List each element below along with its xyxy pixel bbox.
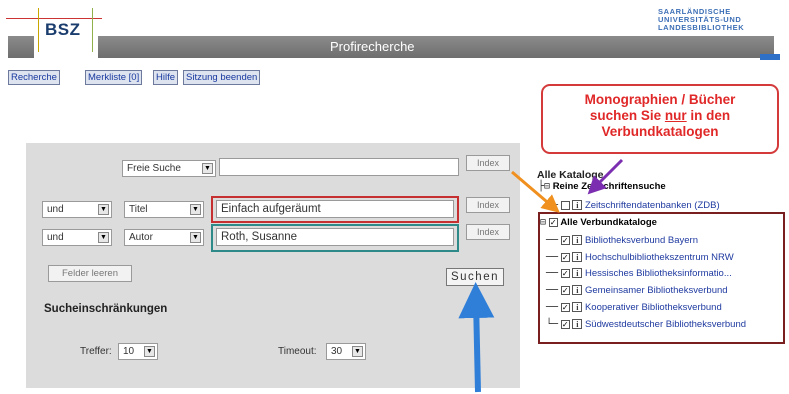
select-value: Autor xyxy=(129,232,153,243)
callout-line: suchen Sie nur in den xyxy=(543,108,777,124)
tree-branch: ── xyxy=(546,268,559,279)
field-select-3[interactable]: Autor ▼ xyxy=(124,229,204,246)
tree-branch: ── xyxy=(546,285,559,296)
index-button-3[interactable]: Index xyxy=(466,224,510,240)
bsz-logo: BSZ xyxy=(45,20,81,39)
checkbox-catalog[interactable]: ✓ xyxy=(560,285,570,295)
tree-branch: └─ xyxy=(546,319,559,330)
tree-branch: ── xyxy=(546,252,559,263)
timeout-select[interactable]: 30 ▼ xyxy=(326,343,366,360)
group-label: Reine Zeitschriftensuche xyxy=(552,181,666,192)
search-input-1[interactable] xyxy=(219,158,459,176)
hits-label: Treffer: xyxy=(80,346,112,357)
select-value: und xyxy=(47,204,64,215)
restrictions-heading: Sucheinschränkungen xyxy=(44,303,168,315)
logo-decor-line xyxy=(92,8,93,52)
checkbox-verbund-all[interactable]: ✓ xyxy=(548,217,558,227)
hits-select[interactable]: 10 ▼ xyxy=(118,343,158,360)
info-icon[interactable]: i xyxy=(572,319,583,330)
catalog-link[interactable]: Hochschulbibliothekszentrum NRW xyxy=(585,252,734,263)
nav-recherche[interactable]: Recherche xyxy=(8,70,60,85)
catalog-link[interactable]: Gemeinsamer Bibliotheksverbund xyxy=(585,285,728,296)
callout-line: Verbundkatalogen xyxy=(601,124,719,139)
chevron-down-icon: ▼ xyxy=(352,346,363,357)
field-select-2[interactable]: Titel ▼ xyxy=(124,201,204,218)
callout-text: in den xyxy=(686,108,731,123)
tree-group-verbund[interactable]: ⊟ ✓ Alle Verbundkataloge xyxy=(540,217,657,228)
tree-item[interactable]: ── ✓ i Gemeinsamer Bibliotheksverbund xyxy=(546,285,728,296)
tree-item[interactable]: ── ✓ i Hessisches Bibliotheksinformatio.… xyxy=(546,268,732,279)
info-icon[interactable]: i xyxy=(572,235,583,246)
chevron-down-icon: ▼ xyxy=(190,204,201,215)
info-icon[interactable]: i xyxy=(572,268,583,279)
chevron-down-icon: ▼ xyxy=(202,163,213,174)
select-value: Freie Suche xyxy=(127,163,181,174)
tree-item[interactable]: ── ✓ i Bibliotheksverbund Bayern xyxy=(546,235,698,246)
catalog-link[interactable]: Hessisches Bibliotheksinformatio... xyxy=(585,268,732,279)
tree-branch: ── xyxy=(546,302,559,313)
select-value: Titel xyxy=(129,204,148,215)
tree-item[interactable]: ── ✓ i Hochschulbibliothekszentrum NRW xyxy=(546,252,734,263)
tree-branch: └─ xyxy=(546,200,559,211)
info-icon[interactable]: i xyxy=(572,302,583,313)
highlight-author xyxy=(211,224,459,252)
clear-fields-button[interactable]: Felder leeren xyxy=(48,265,132,282)
checkbox-catalog[interactable]: ✓ xyxy=(560,252,570,262)
chevron-down-icon: ▼ xyxy=(144,346,155,357)
tree-item[interactable]: ── ✓ i Kooperativer Bibliotheksverbund xyxy=(546,302,722,313)
nav-hilfe[interactable]: Hilfe xyxy=(153,70,179,85)
checkbox-zdb[interactable] xyxy=(560,200,570,210)
index-button-2[interactable]: Index xyxy=(466,197,510,213)
operator-select-2[interactable]: und ▼ xyxy=(42,201,112,218)
checkbox-catalog[interactable]: ✓ xyxy=(560,319,570,329)
callout-text: suchen Sie xyxy=(589,108,665,123)
tree-collapse-icon[interactable]: ├⊟ xyxy=(538,181,550,192)
logo-decor-line xyxy=(38,8,39,52)
group-label: Alle Verbundkataloge xyxy=(560,217,657,228)
index-button-1[interactable]: Index xyxy=(466,155,510,171)
info-icon[interactable]: i xyxy=(572,285,583,296)
info-icon[interactable]: i xyxy=(572,200,583,211)
select-value: 30 xyxy=(331,346,343,357)
partner-logo-bar xyxy=(760,54,780,60)
callout-line: Monographien / Bücher xyxy=(584,92,736,107)
nav-merkliste[interactable]: Merkliste [0] xyxy=(85,70,143,85)
catalog-link[interactable]: Bibliotheksverbund Bayern xyxy=(585,235,698,246)
checkbox-catalog[interactable]: ✓ xyxy=(560,302,570,312)
tree-item-zdb[interactable]: └─ i Zeitschriftendatenbanken (ZDB) xyxy=(546,200,720,211)
partner-logo-line: LANDESBIBLIOTHEK xyxy=(658,23,745,32)
info-icon[interactable]: i xyxy=(572,252,583,263)
timeout-label: Timeout: xyxy=(278,346,317,357)
chevron-down-icon: ▼ xyxy=(98,204,109,215)
select-value: und xyxy=(47,232,64,243)
checkbox-catalog[interactable]: ✓ xyxy=(560,235,570,245)
chevron-down-icon: ▼ xyxy=(190,232,201,243)
tree-item[interactable]: └─ ✓ i Südwestdeutscher Bibliotheksverbu… xyxy=(546,319,746,330)
partner-logo: SAARLÄNDISCHE UNIVERSITÄTS-UND LANDESBIB… xyxy=(658,8,778,32)
catalog-tree-title: Alle Kataloge xyxy=(537,169,604,181)
catalog-link[interactable]: Südwestdeutscher Bibliotheksverbund xyxy=(585,319,746,330)
page-title: Profirecherche xyxy=(330,39,415,54)
logo-decor-line xyxy=(6,18,102,19)
catalog-link[interactable]: Kooperativer Bibliotheksverbund xyxy=(585,302,722,313)
catalog-link[interactable]: Zeitschriftendatenbanken (ZDB) xyxy=(585,200,720,211)
callout-emphasis: nur xyxy=(664,108,687,123)
chevron-down-icon: ▼ xyxy=(98,232,109,243)
tree-group-zeitschriften[interactable]: ├⊟ Reine Zeitschriftensuche xyxy=(538,181,666,192)
field-select-1[interactable]: Freie Suche ▼ xyxy=(122,160,216,177)
hint-callout: Monographien / Bücher suchen Sie nur in … xyxy=(541,84,779,154)
search-button[interactable]: Suchen xyxy=(446,268,504,286)
tree-branch: ── xyxy=(546,235,559,246)
select-value: 10 xyxy=(123,346,135,357)
nav-sitzung-beenden[interactable]: Sitzung beenden xyxy=(183,70,261,85)
checkbox-catalog[interactable]: ✓ xyxy=(560,268,570,278)
tree-collapse-icon[interactable]: ⊟ xyxy=(540,217,546,228)
operator-select-3[interactable]: und ▼ xyxy=(42,229,112,246)
highlight-title xyxy=(211,196,459,223)
